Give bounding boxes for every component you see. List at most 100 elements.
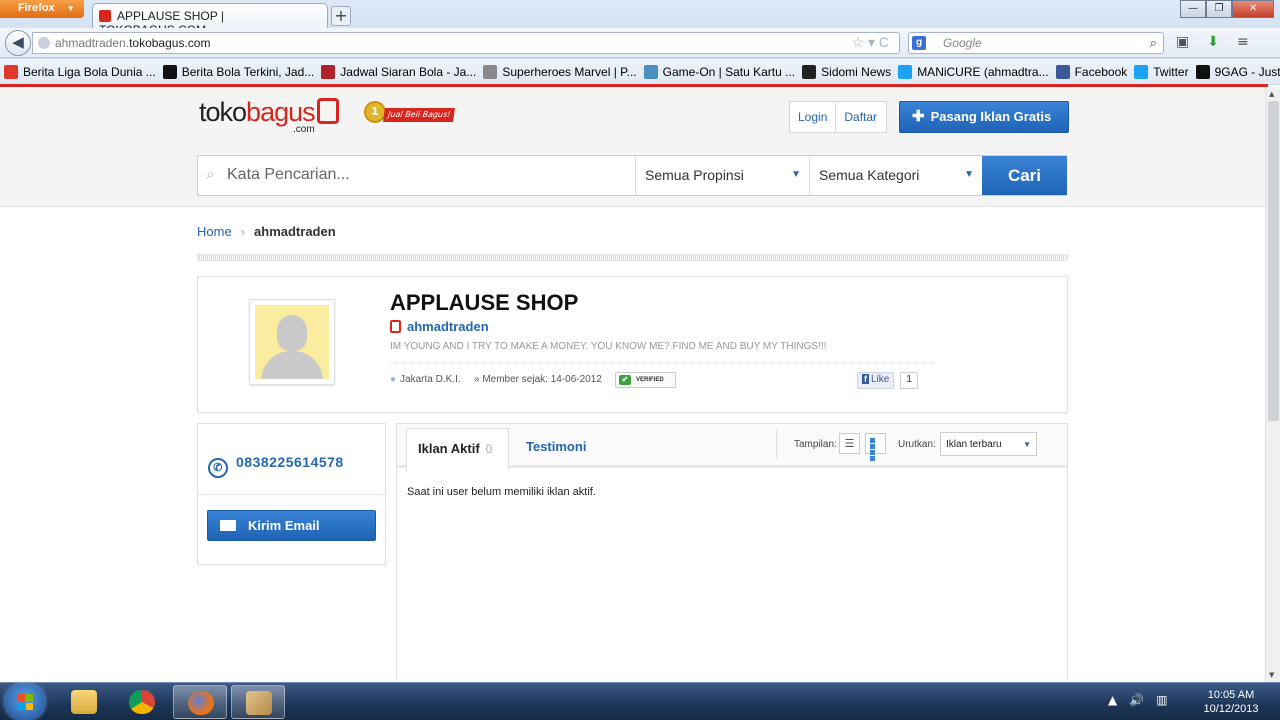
bookmark-label: Facebook bbox=[1074, 64, 1128, 79]
back-button[interactable]: ◀ bbox=[5, 30, 31, 56]
taskbar-explorer[interactable] bbox=[57, 685, 111, 719]
sort-select[interactable]: Iklan terbaru ▼ bbox=[940, 432, 1037, 456]
shop-tagline: IM YOUNG AND I TRY TO MAKE A MONEY. YOU … bbox=[390, 341, 827, 352]
phone-number[interactable]: ✆ 0838225614578 bbox=[208, 454, 344, 478]
bookmark-favicon-icon bbox=[321, 64, 336, 79]
grid-view-icon[interactable] bbox=[865, 433, 886, 461]
new-tab-button[interactable]: + bbox=[331, 6, 351, 26]
breadcrumb-current: ahmadtraden bbox=[254, 224, 336, 239]
bookmark-label: MANiCURE (ahmadtra... bbox=[917, 64, 1049, 79]
divider bbox=[198, 494, 385, 495]
site-search-bar: ⌕ Kata Pencarian... Semua Propinsi ▼ Semu… bbox=[197, 155, 1067, 196]
browser-chrome: Firefox ▼ APPLAUSE SHOP | TOKOBAGUS.COM +… bbox=[0, 0, 1280, 85]
bookmark-item[interactable]: Sidomi News bbox=[802, 64, 891, 79]
list-view-icon[interactable]: ☰ bbox=[839, 433, 860, 454]
bookmark-item[interactable]: Twitter bbox=[1134, 64, 1189, 79]
bookmark-item[interactable]: Berita Bola Terkini, Jad... bbox=[162, 64, 315, 79]
tokobagus-favicon-icon bbox=[99, 10, 111, 22]
maximize-button[interactable]: ❐ bbox=[1206, 0, 1232, 18]
url-domain: tokobagus.com bbox=[129, 36, 211, 50]
bookmark-favicon-icon bbox=[162, 64, 177, 79]
close-window-button[interactable]: ✕ bbox=[1232, 0, 1274, 18]
taskbar-clock[interactable]: 10:05 AM 10/12/2013 bbox=[1196, 688, 1266, 716]
menu-icon[interactable]: ≡ bbox=[1237, 34, 1249, 50]
browser-search-box[interactable]: g Google ⌕ bbox=[908, 32, 1164, 54]
scrollbar-thumb[interactable] bbox=[1268, 101, 1279, 421]
empty-listing-message: Saat ini user belum memiliki iklan aktif… bbox=[407, 486, 596, 498]
scroll-down-icon[interactable]: ▼ bbox=[1269, 671, 1274, 679]
keyword-search-input[interactable]: ⌕ Kata Pencarian... bbox=[198, 156, 635, 195]
send-email-button[interactable]: Kirim Email bbox=[207, 510, 376, 541]
chevron-down-icon: ▼ bbox=[66, 4, 75, 13]
sort-select-value: Iklan terbaru bbox=[946, 439, 1002, 450]
tab-iklan-aktif[interactable]: Iklan Aktif 0 bbox=[406, 428, 509, 471]
bookmark-item[interactable]: Facebook bbox=[1055, 64, 1128, 79]
shopping-bag-icon bbox=[316, 98, 339, 124]
url-bar[interactable]: ahmadtraden.tokobagus.com ☆ ▾ C bbox=[32, 32, 900, 54]
location-text: Jakarta D.K.I. bbox=[400, 374, 461, 385]
clock-date: 10/12/2013 bbox=[1203, 703, 1259, 715]
bookmark-favicon-icon bbox=[1055, 64, 1070, 79]
download-icon[interactable]: ⬇ bbox=[1207, 34, 1219, 50]
taskbar-chrome[interactable] bbox=[115, 685, 169, 719]
province-select[interactable]: Semua Propinsi ▼ bbox=[635, 156, 809, 195]
bookmark-favicon-icon bbox=[4, 64, 18, 79]
windows-taskbar: ▲ 🔊 ▥ 10:05 AM 10/12/2013 bbox=[0, 682, 1280, 720]
login-link[interactable]: Login bbox=[790, 110, 835, 124]
tab-iklan-aktif-label: Iklan Aktif bbox=[418, 441, 480, 456]
bookmark-item[interactable]: Berita Liga Bola Dunia ... bbox=[4, 64, 156, 79]
bookmark-item[interactable]: Superheroes Marvel | P... bbox=[483, 64, 637, 79]
navigation-toolbar: ◀ ahmadtraden.tokobagus.com ☆ ▾ C g Goog… bbox=[0, 28, 1280, 58]
daftar-link[interactable]: Daftar bbox=[836, 110, 885, 124]
start-button[interactable] bbox=[5, 684, 45, 720]
dotted-divider bbox=[390, 362, 935, 363]
bookmarks-toolbar: Berita Liga Bola Dunia ... Berita Bola Te… bbox=[0, 59, 1280, 84]
firefox-menu-button[interactable]: Firefox ▼ bbox=[0, 0, 84, 18]
bookmark-label: Berita Liga Bola Dunia ... bbox=[23, 64, 156, 79]
facebook-like-button[interactable]: f Like bbox=[857, 372, 895, 389]
chrome-icon bbox=[129, 690, 155, 714]
bookmark-label: Game-On | Satu Kartu ... bbox=[662, 64, 796, 79]
caret-down-icon: ▼ bbox=[1023, 440, 1031, 449]
search-button[interactable]: Cari bbox=[982, 156, 1067, 195]
view-mode-label: Tampilan: bbox=[794, 439, 837, 450]
bookmark-label: Twitter bbox=[1153, 64, 1189, 79]
tokobagus-icon bbox=[390, 320, 401, 333]
caret-down-icon: ▼ bbox=[964, 169, 974, 180]
search-icon: ⌕ bbox=[206, 166, 215, 183]
category-select[interactable]: Semua Kategori ▼ bbox=[809, 156, 982, 195]
taskbar-paint[interactable] bbox=[231, 685, 285, 719]
bookmark-item[interactable]: Game-On | Satu Kartu ... bbox=[643, 64, 796, 79]
member-since: » Member sejak: 14-06-2012 bbox=[474, 374, 602, 385]
google-icon: g bbox=[912, 36, 926, 50]
browser-tab[interactable]: APPLAUSE SHOP | TOKOBAGUS.COM bbox=[92, 3, 328, 37]
bookmark-star-icon[interactable]: ☆ ▾ C bbox=[852, 34, 889, 51]
scroll-up-icon[interactable]: ▲ bbox=[1269, 90, 1274, 98]
search-icon[interactable]: ⌕ bbox=[1150, 35, 1157, 51]
tab-testimoni[interactable]: Testimoni bbox=[526, 439, 586, 454]
bookmarks-menu-icon[interactable]: ▣ bbox=[1176, 34, 1189, 50]
bookmark-item[interactable]: 9GAG - Just for Fun! bbox=[1195, 64, 1280, 79]
toolbar-icons: ▣ ⬇ ≡ bbox=[1176, 34, 1249, 50]
show-hidden-icons-icon[interactable]: ▲ bbox=[1108, 693, 1117, 707]
verified-badge: ✔ VERIFIED bbox=[615, 372, 676, 388]
title-bar: Firefox ▼ APPLAUSE SHOP | TOKOBAGUS.COM +… bbox=[0, 0, 1280, 37]
divider bbox=[776, 430, 777, 458]
volume-icon[interactable]: 🔊 bbox=[1129, 693, 1144, 707]
pasang-iklan-button[interactable]: ✚ Pasang Iklan Gratis bbox=[899, 101, 1069, 133]
bookmark-label: Berita Bola Terkini, Jad... bbox=[181, 64, 315, 79]
minimize-button[interactable]: — bbox=[1180, 0, 1206, 18]
logo-text-bagus: bagus bbox=[246, 97, 316, 127]
tokobagus-logo[interactable]: tokobagus .com bbox=[199, 97, 339, 135]
bookmark-favicon-icon bbox=[483, 64, 498, 79]
network-icon[interactable]: ▥ bbox=[1156, 693, 1167, 707]
bookmark-item[interactable]: MANiCURE (ahmadtra... bbox=[898, 64, 1049, 79]
taskbar-firefox[interactable] bbox=[173, 685, 227, 719]
bookmark-item[interactable]: Jadwal Siaran Bola - Ja... bbox=[321, 64, 476, 79]
username-link[interactable]: ahmadtraden bbox=[390, 319, 489, 334]
firefox-icon bbox=[188, 691, 214, 715]
page-scrollbar[interactable]: ▲ ▼ bbox=[1265, 87, 1280, 682]
breadcrumb-home[interactable]: Home bbox=[197, 224, 232, 239]
username-text: ahmadtraden bbox=[407, 319, 489, 334]
site-header: tokobagus .com 1 Jual Beli Bagus! Login … bbox=[0, 87, 1265, 207]
